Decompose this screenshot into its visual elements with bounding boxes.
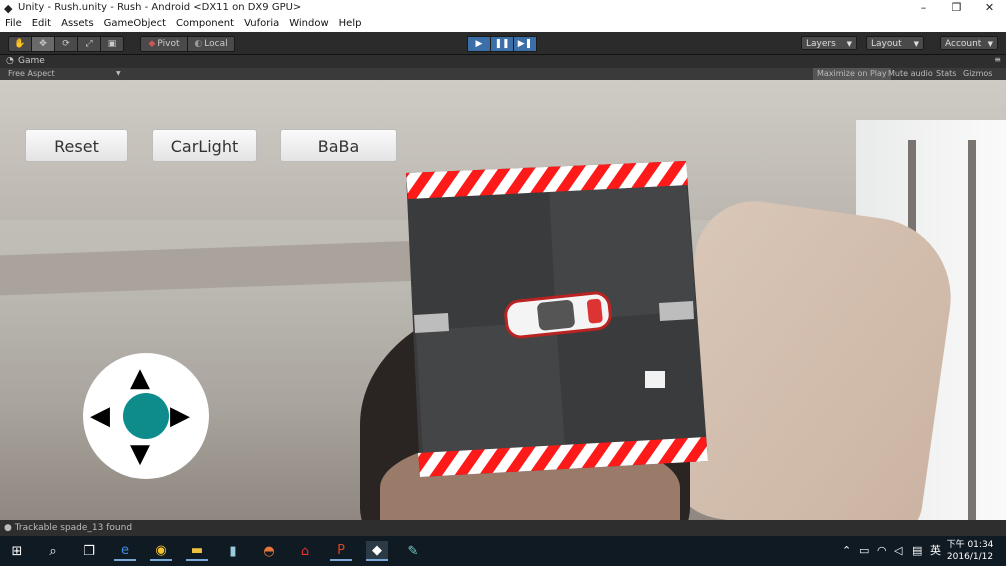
- clock-time: 下午 01:34: [946, 540, 994, 550]
- arrow-up-icon: ▲: [130, 363, 150, 393]
- menu-bar: File Edit Assets GameObject Component Vu…: [0, 16, 1006, 32]
- step-button-icon[interactable]: ▶❚: [514, 37, 536, 51]
- gizmos-dropdown[interactable]: Gizmos: [963, 68, 992, 80]
- layers-dropdown[interactable]: Layers ▼: [801, 36, 857, 50]
- file-explorer-icon[interactable]: ▬: [186, 541, 208, 561]
- menu-file[interactable]: File: [0, 16, 27, 32]
- minimize-button[interactable]: –: [907, 0, 940, 16]
- status-bar: ● Trackable spade_13 found: [0, 520, 1006, 536]
- pivot-toggles: ◆ Pivot ◐ Local: [140, 36, 235, 52]
- rotate-tool-icon[interactable]: ⟳: [55, 37, 78, 51]
- play-controls: ▶ ❚❚ ▶❚: [467, 36, 537, 52]
- lane-marker: [659, 301, 694, 321]
- pivot-label: Pivot: [157, 39, 180, 49]
- window-frame: [968, 140, 976, 520]
- rect-tool-icon[interactable]: ▣: [101, 37, 123, 51]
- menu-gameobject[interactable]: GameObject: [99, 16, 171, 32]
- local-toggle[interactable]: ◐ Local: [188, 37, 234, 51]
- baba-button[interactable]: BaBa: [280, 129, 397, 162]
- joystick-knob[interactable]: [123, 393, 169, 439]
- arrow-left-icon: ◀: [90, 401, 110, 431]
- chrome-icon[interactable]: ◉: [150, 541, 172, 561]
- close-button[interactable]: ✕: [973, 0, 1006, 16]
- tab-menu-icon[interactable]: ≡: [994, 55, 1001, 64]
- app-paint-icon[interactable]: ✎: [402, 541, 424, 561]
- wifi-icon[interactable]: ◠: [877, 536, 887, 566]
- stats-toggle[interactable]: Stats: [936, 68, 956, 80]
- notification-icon[interactable]: ▤: [912, 536, 922, 566]
- layout-label: Layout: [871, 39, 902, 49]
- arrow-down-icon: ▼: [130, 439, 150, 469]
- move-tool-icon[interactable]: ✥: [32, 37, 55, 51]
- edge-icon[interactable]: e: [114, 541, 136, 561]
- chevron-down-icon: ▼: [846, 40, 852, 48]
- virtual-joystick[interactable]: ▲ ▼ ◀ ▶: [83, 353, 209, 479]
- search-icon[interactable]: ⌕: [42, 541, 64, 561]
- hand-tool-icon[interactable]: ✋: [9, 37, 32, 51]
- camera-background-beam: [0, 240, 420, 296]
- arrow-right-icon: ▶: [170, 401, 190, 431]
- account-label: Account: [945, 39, 982, 49]
- account-dropdown[interactable]: Account ▼: [940, 36, 998, 50]
- scale-tool-icon[interactable]: ⤢: [78, 37, 101, 51]
- car-windshield: [537, 299, 575, 331]
- pause-button-icon[interactable]: ❚❚: [491, 37, 514, 51]
- volume-icon[interactable]: ◁: [894, 536, 902, 566]
- menu-vuforia[interactable]: Vuforia: [239, 16, 284, 32]
- window-controls: – ❐ ✕: [907, 0, 1006, 16]
- info-icon: ●: [4, 523, 12, 533]
- window-titlebar: ◆ Unity - Rush.unity - Rush - Android <D…: [0, 0, 1006, 16]
- maximize-button[interactable]: ❐: [940, 0, 973, 16]
- transform-tools: ✋ ✥ ⟳ ⤢ ▣: [8, 36, 124, 52]
- chevron-down-icon: ▼: [913, 40, 919, 48]
- windows-start-icon[interactable]: ⊞: [6, 541, 28, 561]
- game-tab-label: Game: [18, 56, 45, 66]
- chevron-down-icon: ▼: [116, 70, 121, 77]
- menu-help[interactable]: Help: [334, 16, 367, 32]
- clock-date: 2016/1/12: [946, 552, 994, 562]
- lane-marker: [414, 313, 449, 333]
- car-hood: [586, 298, 603, 324]
- maximize-on-play-toggle[interactable]: Maximize on Play: [813, 68, 891, 80]
- unity-icon[interactable]: ◆: [366, 541, 388, 561]
- chevron-down-icon: ▼: [987, 40, 993, 48]
- layout-dropdown[interactable]: Layout ▼: [866, 36, 924, 50]
- aspect-dropdown[interactable]: Free Aspect: [8, 68, 55, 80]
- status-message: Trackable spade_13 found: [14, 523, 133, 533]
- play-button-icon[interactable]: ▶: [468, 37, 491, 51]
- menu-window[interactable]: Window: [284, 16, 333, 32]
- local-label: Local: [204, 39, 228, 49]
- ar-game-board: [406, 161, 708, 477]
- powerpoint-icon[interactable]: P: [330, 541, 352, 561]
- game-tab-icon: ◔: [6, 56, 14, 66]
- reset-button[interactable]: Reset: [25, 129, 128, 162]
- app-generic-icon[interactable]: ▮: [222, 541, 244, 561]
- os-taskbar: ⊞ ⌕ ❐ e ◉ ▬ ▮ ◓ ⌂ P ◆ ✎ ⌃ ▭ ◠ ◁ ▤ 英 下午 0…: [0, 536, 1006, 566]
- obstacle-block: [645, 371, 665, 388]
- layers-label: Layers: [806, 39, 836, 49]
- pivot-toggle[interactable]: ◆ Pivot: [141, 37, 188, 51]
- app-orange-icon[interactable]: ◓: [258, 541, 280, 561]
- game-viewport[interactable]: Reset CarLight BaBa ▲ ▼ ◀ ▶: [0, 80, 1006, 520]
- ime-indicator[interactable]: 英: [930, 536, 941, 566]
- menu-edit[interactable]: Edit: [27, 16, 56, 32]
- unity-logo-icon: ◆: [4, 2, 13, 15]
- tray-chevron-up-icon[interactable]: ⌃: [842, 536, 851, 566]
- mute-audio-toggle[interactable]: Mute audio: [888, 68, 933, 80]
- battery-icon[interactable]: ▭: [859, 536, 869, 566]
- menu-component[interactable]: Component: [171, 16, 239, 32]
- main-toolbar: ✋ ✥ ⟳ ⤢ ▣ ◆ Pivot ◐ Local ▶ ❚❚ ▶❚ Layers ▼ …: [0, 32, 1006, 55]
- pivot-icon: ◆: [148, 39, 156, 49]
- task-view-icon[interactable]: ❐: [78, 541, 100, 561]
- system-clock[interactable]: 下午 01:34 2016/1/12: [946, 539, 994, 563]
- game-view-controlbar: Free Aspect ▼ Maximize on Play Mute audi…: [0, 68, 1006, 80]
- acrobat-icon[interactable]: ⌂: [294, 541, 316, 561]
- local-icon: ◐: [194, 39, 203, 49]
- game-view-tab[interactable]: ◔ Game ≡: [0, 55, 1006, 68]
- menu-assets[interactable]: Assets: [56, 16, 99, 32]
- carlight-button[interactable]: CarLight: [152, 129, 257, 162]
- window-title: Unity - Rush.unity - Rush - Android <DX1…: [18, 2, 302, 13]
